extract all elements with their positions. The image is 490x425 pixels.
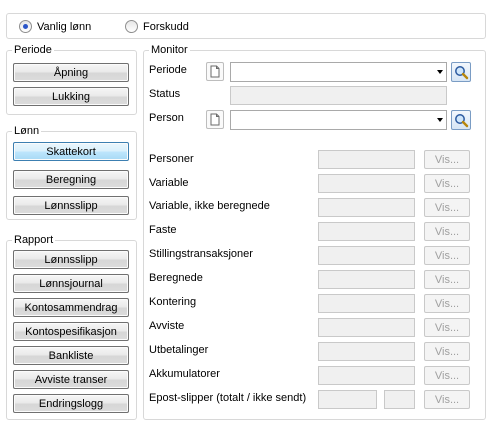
kontospesifikasjon-button[interactable]: Kontospesifikasjon: [13, 322, 129, 341]
stat-value-avviste: [318, 318, 415, 337]
stat-label-faste: Faste: [149, 224, 177, 236]
stat-label-utbetalinger: Utbetalinger: [149, 344, 209, 356]
vis-utbetalinger-button[interactable]: Vis...: [424, 342, 470, 361]
periode-new-button[interactable]: [206, 62, 224, 81]
stat-label-akkumulatorer: Akkumulatorer: [149, 368, 220, 380]
person-combobox[interactable]: [230, 110, 447, 130]
periode-group-title: Periode: [12, 44, 54, 56]
person-search-button[interactable]: [451, 110, 471, 130]
stat-label-variable-ikke-beregnede: Variable, ikke beregnede: [149, 200, 270, 212]
chevron-down-icon[interactable]: [437, 70, 443, 74]
epost-not-sent-field: [384, 390, 415, 409]
vis-variable-button[interactable]: Vis...: [424, 174, 470, 193]
radio-vanlig-lonn-label: Vanlig lønn: [37, 20, 92, 33]
vis-variable-ikke-beregnede-button[interactable]: Vis...: [424, 198, 470, 217]
epost-total-field: [318, 390, 377, 409]
radio-forskudd[interactable]: Forskudd: [125, 20, 189, 33]
stat-label-stillingstransaksjoner: Stillingstransaksjoner: [149, 248, 253, 260]
vis-faste-button[interactable]: Vis...: [424, 222, 470, 241]
stat-label-variable: Variable: [149, 177, 189, 189]
monitor-status-label: Status: [149, 88, 181, 100]
rapport-group-title: Rapport: [12, 234, 56, 246]
kontosammendrag-button[interactable]: Kontosammendrag: [13, 298, 129, 317]
lonn-group-title: Lønn: [12, 125, 42, 137]
stat-value-akkumulatorer: [318, 366, 415, 385]
stat-value-faste: [318, 222, 415, 241]
monitor-periode-label: Periode: [149, 64, 187, 76]
search-icon: [455, 114, 469, 128]
status-field: [230, 86, 447, 105]
vis-epost-slipper-button[interactable]: Vis...: [424, 390, 470, 409]
vis-beregnede-button[interactable]: Vis...: [424, 270, 470, 289]
person-new-button[interactable]: [206, 110, 224, 129]
vis-stillingstransaksjoner-button[interactable]: Vis...: [424, 246, 470, 265]
bankliste-button[interactable]: Bankliste: [13, 346, 129, 365]
stat-value-beregnede: [318, 270, 415, 289]
periode-search-button[interactable]: [451, 62, 471, 82]
monitor-group-title: Monitor: [149, 44, 190, 56]
chevron-down-icon[interactable]: [437, 118, 443, 122]
vis-kontering-button[interactable]: Vis...: [424, 294, 470, 313]
stat-value-personer: [318, 150, 415, 169]
lonnsslipp-button[interactable]: Lønnsslipp: [13, 196, 129, 215]
monitor-person-label: Person: [149, 112, 184, 124]
apning-button[interactable]: Åpning: [13, 63, 129, 82]
stat-label-beregnede: Beregnede: [149, 272, 203, 284]
search-icon: [455, 66, 469, 80]
rapport-lonnsslipp-button[interactable]: Lønnsslipp: [13, 250, 129, 269]
stat-label-avviste: Avviste: [149, 320, 185, 332]
skattekort-button[interactable]: Skattekort: [13, 142, 129, 161]
beregning-button[interactable]: Beregning: [13, 170, 129, 189]
vis-personer-button[interactable]: Vis...: [424, 150, 470, 169]
stat-value-variable-ikke-beregnede: [318, 198, 415, 217]
endringslogg-button[interactable]: Endringslogg: [13, 394, 129, 413]
vis-akkumulatorer-button[interactable]: Vis...: [424, 366, 470, 385]
document-icon: [210, 65, 220, 78]
vis-avviste-button[interactable]: Vis...: [424, 318, 470, 337]
lukking-button[interactable]: Lukking: [13, 87, 129, 106]
document-icon: [210, 113, 220, 126]
radio-forskudd-label: Forskudd: [143, 20, 189, 33]
stat-value-kontering: [318, 294, 415, 313]
stat-label-personer: Personer: [149, 153, 194, 165]
avviste-transer-button[interactable]: Avviste transer: [13, 370, 129, 389]
radio-vanlig-lonn[interactable]: Vanlig lønn: [19, 20, 91, 33]
stat-value-utbetalinger: [318, 342, 415, 361]
radio-forskudd-indicator[interactable]: [125, 20, 138, 33]
stat-value-variable: [318, 174, 415, 193]
radio-vanlig-lonn-indicator[interactable]: [19, 20, 32, 33]
lonnsjournal-button[interactable]: Lønnsjournal: [13, 274, 129, 293]
stat-value-stillingstransaksjoner: [318, 246, 415, 265]
stat-label-epost-slipper: Epost-slipper (totalt / ikke sendt): [149, 392, 307, 404]
periode-combobox[interactable]: [230, 62, 447, 82]
stat-label-kontering: Kontering: [149, 296, 197, 308]
